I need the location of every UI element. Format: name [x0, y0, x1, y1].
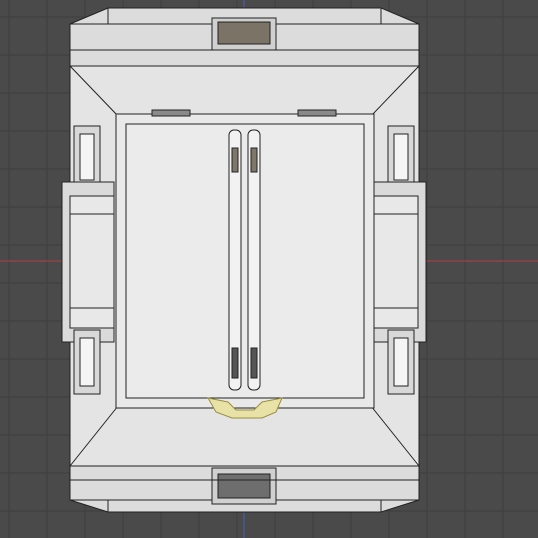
hinge-top-left: [151, 109, 191, 117]
cabinet-model[interactable]: [61, 7, 427, 513]
viewport-canvas[interactable]: [0, 0, 538, 538]
3d-viewport[interactable]: [0, 0, 538, 538]
hinge-top-right: [297, 109, 337, 117]
door-panel[interactable]: [125, 123, 365, 399]
